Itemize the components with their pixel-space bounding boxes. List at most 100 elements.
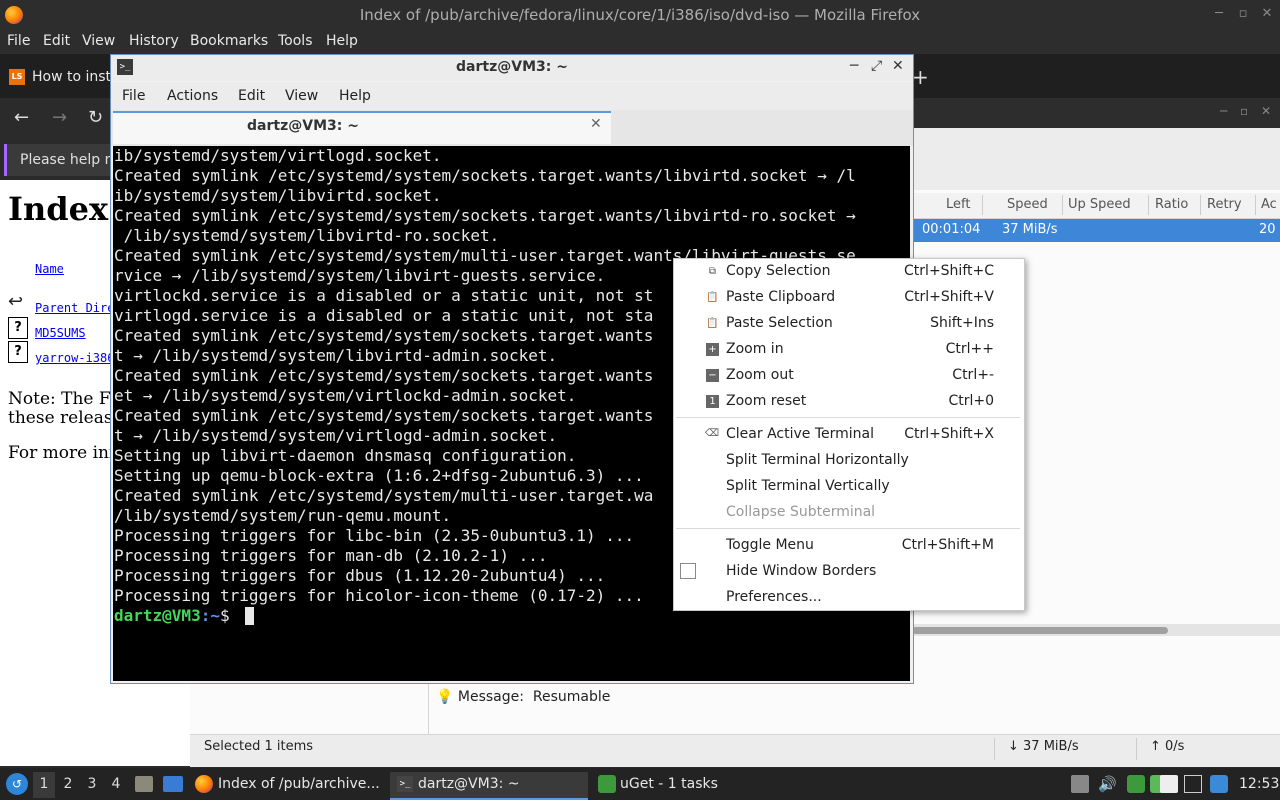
col-up-speed[interactable]: Up Speed (1068, 197, 1131, 212)
close-icon[interactable]: ✕ (1260, 7, 1274, 21)
terminal-line: virtlogd.service is a disabled or a stat… (114, 306, 654, 325)
column-name-link[interactable]: Name (35, 262, 64, 276)
term-menu-edit[interactable]: Edit (238, 88, 265, 104)
terminal-line: Created symlink /etc/systemd/system/sock… (114, 366, 654, 385)
terminal-line: Processing triggers for libc-bin (2.35-0… (114, 526, 635, 545)
uget-task-icon (598, 775, 616, 793)
term-menu-file[interactable]: File (122, 88, 145, 104)
uget-close-icon[interactable]: ✕ (1261, 104, 1271, 118)
scrollbar-thumb[interactable] (912, 627, 1168, 634)
unknown-file-icon: ? (8, 317, 28, 339)
ff-menu-help[interactable]: Help (326, 33, 358, 49)
desktop-icon[interactable] (163, 776, 183, 792)
tab-label: How to insta (32, 69, 120, 85)
col-ratio[interactable]: Ratio (1155, 197, 1188, 212)
back-arrow-icon[interactable]: ← (14, 107, 29, 128)
task-label: dartz@VM3: ~ (418, 776, 520, 792)
display-tray-icon[interactable] (1184, 775, 1202, 793)
parent-directory-link[interactable]: Parent Dire (35, 301, 114, 315)
more-info-text: For more inf (8, 443, 116, 463)
terminal-maximize-icon[interactable]: ⤢ (871, 58, 882, 74)
uget-toolbar (912, 128, 1280, 190)
firefox-task-icon (195, 775, 213, 793)
term-menu-actions[interactable]: Actions (167, 88, 218, 104)
col-separator (982, 195, 983, 215)
iso-file-link[interactable]: yarrow-i386 (35, 351, 114, 365)
ff-menu-bookmarks[interactable]: Bookmarks (190, 33, 268, 49)
col-retry[interactable]: Retry (1207, 197, 1242, 212)
menu-shortcut: Ctrl+Shift+M (901, 537, 994, 553)
menu-label: Zoom in (726, 341, 784, 357)
uget-tray-icon[interactable] (1127, 775, 1145, 793)
term-menu-help[interactable]: Help (339, 88, 371, 104)
terminal-line: rvice → /lib/systemd/system/libvirt-gues… (114, 266, 606, 285)
terminal-line: Setting up libvirt-daemon dnsmasq config… (114, 446, 577, 465)
menu-label: Split Terminal Vertically (726, 478, 890, 494)
menu-shortcut: Ctrl+0 (948, 393, 994, 409)
col-separator (1255, 195, 1256, 215)
menu-label: Paste Clipboard (726, 289, 836, 305)
notes-tray-icon[interactable] (1160, 775, 1178, 793)
workspace-1[interactable]: 1 (33, 776, 55, 796)
ff-menu-file[interactable]: File (7, 33, 30, 49)
terminal-line: t → /lib/systemd/system/virtlogd-admin.s… (114, 426, 558, 445)
menu-label: Hide Window Borders (726, 563, 877, 579)
ff-menu-history[interactable]: History (129, 33, 179, 49)
menu-shortcut: Ctrl+- (952, 367, 994, 383)
note-text: Note: The Fe (8, 389, 120, 409)
menu-label: Toggle Menu (726, 537, 814, 553)
zoom-reset-icon: 1 (706, 395, 719, 408)
zoom-in-icon: + (706, 343, 719, 356)
reload-icon[interactable]: ↻ (88, 107, 103, 128)
menu-shortcut: Ctrl++ (945, 341, 994, 357)
workspace-4[interactable]: 4 (105, 776, 127, 796)
menu-label: Collapse Subterminal (726, 504, 876, 520)
clock[interactable]: 12:53 (1239, 776, 1279, 792)
page-title: Index (8, 190, 109, 228)
forward-arrow-icon[interactable]: → (52, 107, 67, 128)
col-separator (1148, 195, 1149, 215)
terminal-line: et → /lib/systemd/system/virtlockd-admin… (114, 386, 577, 405)
notification-text: Please help m (20, 152, 119, 168)
terminal-menubar (111, 82, 913, 110)
minimize-icon[interactable]: ─ (1212, 7, 1226, 21)
menu-shortcut: Shift+Ins (930, 315, 994, 331)
zoom-out-icon: − (706, 369, 719, 382)
uget-maximize-icon[interactable]: ▫ (1240, 104, 1248, 118)
md5sums-link[interactable]: MD5SUMS (35, 326, 86, 340)
updates-tray-icon[interactable] (1210, 775, 1228, 793)
new-tab-plus-icon[interactable]: + (912, 65, 929, 89)
cell-speed: 37 MiB/s (1002, 222, 1058, 237)
paste-icon: 📋 (706, 318, 719, 329)
clear-icon: ⌫ (704, 428, 720, 439)
terminal-minimize-icon[interactable]: ─ (850, 58, 858, 74)
terminal-close-icon[interactable]: ✕ (892, 58, 904, 74)
maximize-icon[interactable]: ▫ (1236, 7, 1250, 21)
volume-icon[interactable]: 🔊 (1098, 775, 1117, 793)
terminal-line: Processing triggers for hicolor-icon-the… (114, 586, 644, 605)
workspace-3[interactable]: 3 (81, 776, 103, 796)
workspace-2[interactable]: 2 (57, 776, 79, 796)
menu-shortcut: Ctrl+Shift+C (904, 263, 994, 279)
task-label: uGet - 1 tasks (620, 776, 718, 792)
col-speed[interactable]: Speed (1007, 197, 1048, 212)
file-manager-icon[interactable] (135, 776, 153, 792)
menu-label: Split Terminal Horizontally (726, 452, 909, 468)
status-divider (1136, 738, 1137, 760)
terminal-line: ib/systemd/system/libvirtd.socket. (114, 186, 442, 205)
message-line: 💡 Message: Resumable (436, 689, 610, 705)
tab-close-icon[interactable]: ✕ (590, 116, 602, 132)
col-left[interactable]: Left (946, 197, 970, 212)
ff-menu-edit[interactable]: Edit (43, 33, 70, 49)
uget-minimize-icon[interactable]: ─ (1220, 104, 1227, 118)
ff-menu-view[interactable]: View (82, 33, 115, 49)
start-menu-icon[interactable]: ↺ (6, 773, 28, 795)
terminal-window-title: dartz@VM3: ~ (456, 59, 568, 75)
tray-clipboard-icon[interactable] (1071, 775, 1089, 793)
status-download-speed: ↓ 37 MiB/s (1008, 739, 1079, 754)
hide-borders-checkbox[interactable] (680, 563, 696, 579)
tab-favicon-icon: LS (9, 69, 25, 85)
term-menu-view[interactable]: View (285, 88, 318, 104)
col-added[interactable]: Ac (1261, 197, 1277, 212)
ff-menu-tools[interactable]: Tools (278, 33, 313, 49)
